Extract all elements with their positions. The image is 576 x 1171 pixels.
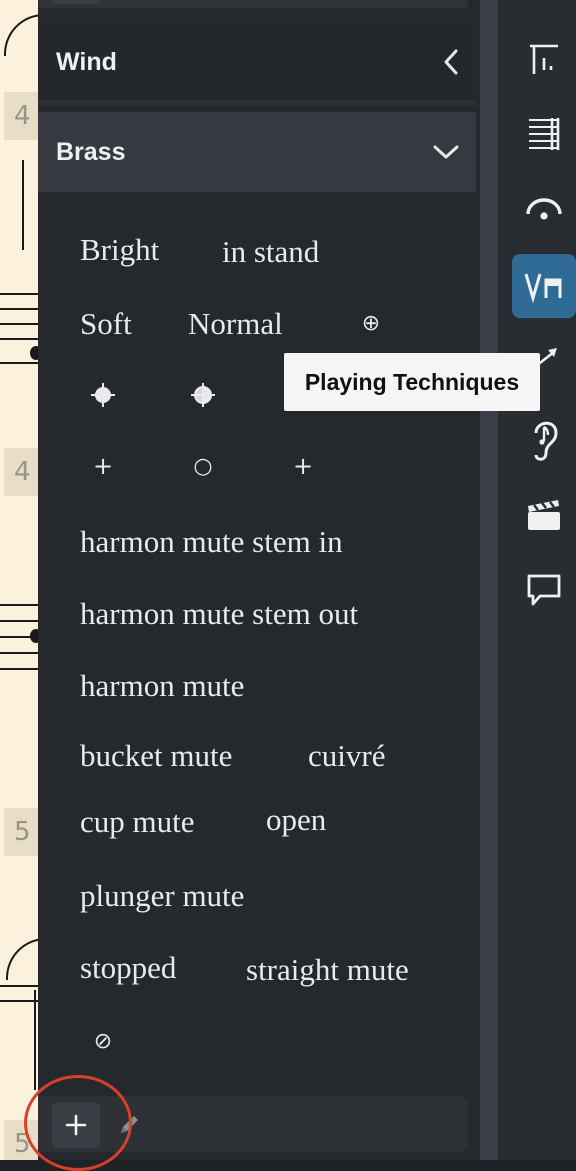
staff-line (0, 308, 38, 310)
slashed-circle-icon[interactable]: ⊘ (88, 1026, 118, 1056)
staff-line (0, 604, 38, 606)
holds-pauses-icon (526, 198, 562, 220)
staff-line (0, 652, 38, 654)
repeat-structures-button[interactable] (512, 102, 576, 166)
tempo-icon (530, 44, 558, 74)
bar-line (22, 160, 24, 250)
open-circle-icon[interactable]: ○ (188, 452, 218, 480)
playing-techniques-button[interactable] (512, 254, 576, 318)
plus-icon (65, 1114, 87, 1136)
slur (6, 938, 38, 980)
bar-number: 4 (4, 448, 38, 496)
plus-icon[interactable]: + (290, 452, 316, 480)
bar-line (34, 990, 36, 1090)
tempo-button[interactable] (512, 28, 576, 92)
half-filled-circle-crosshair-icon[interactable] (188, 380, 218, 410)
slur (4, 14, 38, 56)
technique-bucket-mute[interactable]: bucket mute (80, 740, 232, 771)
technique-harmon-mute-stem-in[interactable]: harmon mute stem in (80, 526, 343, 557)
staff-line (0, 668, 38, 670)
holds-pauses-button[interactable] (512, 176, 576, 240)
comments-button[interactable] (512, 558, 576, 622)
plus-icon[interactable]: + (90, 452, 116, 480)
section-header-wind[interactable]: Wind (38, 24, 476, 106)
panel-bottom-toolbar (38, 1096, 468, 1152)
pencil-icon (121, 1116, 138, 1133)
previous-section-footer (38, 0, 468, 8)
playing-techniques-icon (524, 273, 562, 304)
technique-open[interactable]: open (266, 804, 326, 835)
score-view[interactable]: 4 4 5 5 (0, 0, 38, 1160)
right-toolbar (498, 0, 576, 1160)
panel-scrollbar[interactable] (480, 0, 498, 1160)
add-button[interactable] (52, 1102, 100, 1148)
technique-cup-mute[interactable]: cup mute (80, 806, 195, 837)
technique-harmon-mute-stem-out[interactable]: harmon mute stem out (80, 598, 358, 629)
staff-line (0, 620, 38, 622)
clapperboard-icon (528, 500, 560, 530)
video-button[interactable] (512, 484, 576, 548)
comment-icon (527, 574, 561, 606)
filled-circle-crosshair-icon[interactable] (88, 380, 118, 410)
bar-number: 5 (4, 1120, 38, 1160)
technique-soft[interactable]: Soft (80, 308, 132, 339)
chevron-left-icon (442, 24, 460, 100)
bar-number: 5 (4, 808, 38, 856)
staff-line (0, 636, 38, 638)
repeat-structure-icon (529, 118, 560, 150)
section-label-brass: Brass (56, 137, 126, 166)
technique-bright[interactable]: Bright (80, 234, 159, 265)
note-head (30, 346, 38, 360)
circle-plus-icon[interactable]: ⊕ (356, 308, 386, 338)
technique-harmon-mute[interactable]: harmon mute (80, 670, 244, 701)
technique-plunger-mute[interactable]: plunger mute (80, 880, 244, 911)
technique-cuivre[interactable]: cuivré (308, 740, 385, 771)
staff-line (0, 338, 38, 340)
section-label-wind: Wind (56, 47, 117, 76)
edit-button[interactable] (112, 1108, 146, 1142)
technique-stopped[interactable]: stopped (80, 952, 176, 983)
technique-in-stand[interactable]: in stand (222, 236, 319, 267)
section-header-brass[interactable]: Brass (38, 112, 476, 192)
staff-line (0, 323, 38, 325)
playback-button[interactable] (512, 406, 576, 470)
staff-line (0, 293, 38, 295)
staff-line (0, 362, 38, 364)
bar-number: 4 (4, 92, 38, 140)
technique-normal[interactable]: Normal (188, 308, 283, 339)
technique-straight-mute[interactable]: straight mute (246, 954, 409, 985)
staff-line (0, 985, 38, 987)
ear-icon (534, 421, 558, 461)
staff-line (0, 1000, 38, 1002)
notations-panel: Wind Brass Bright in stand Soft Normal ⊕… (38, 0, 480, 1160)
tooltip: Playing Techniques (284, 353, 540, 411)
chevron-down-icon (432, 112, 460, 192)
